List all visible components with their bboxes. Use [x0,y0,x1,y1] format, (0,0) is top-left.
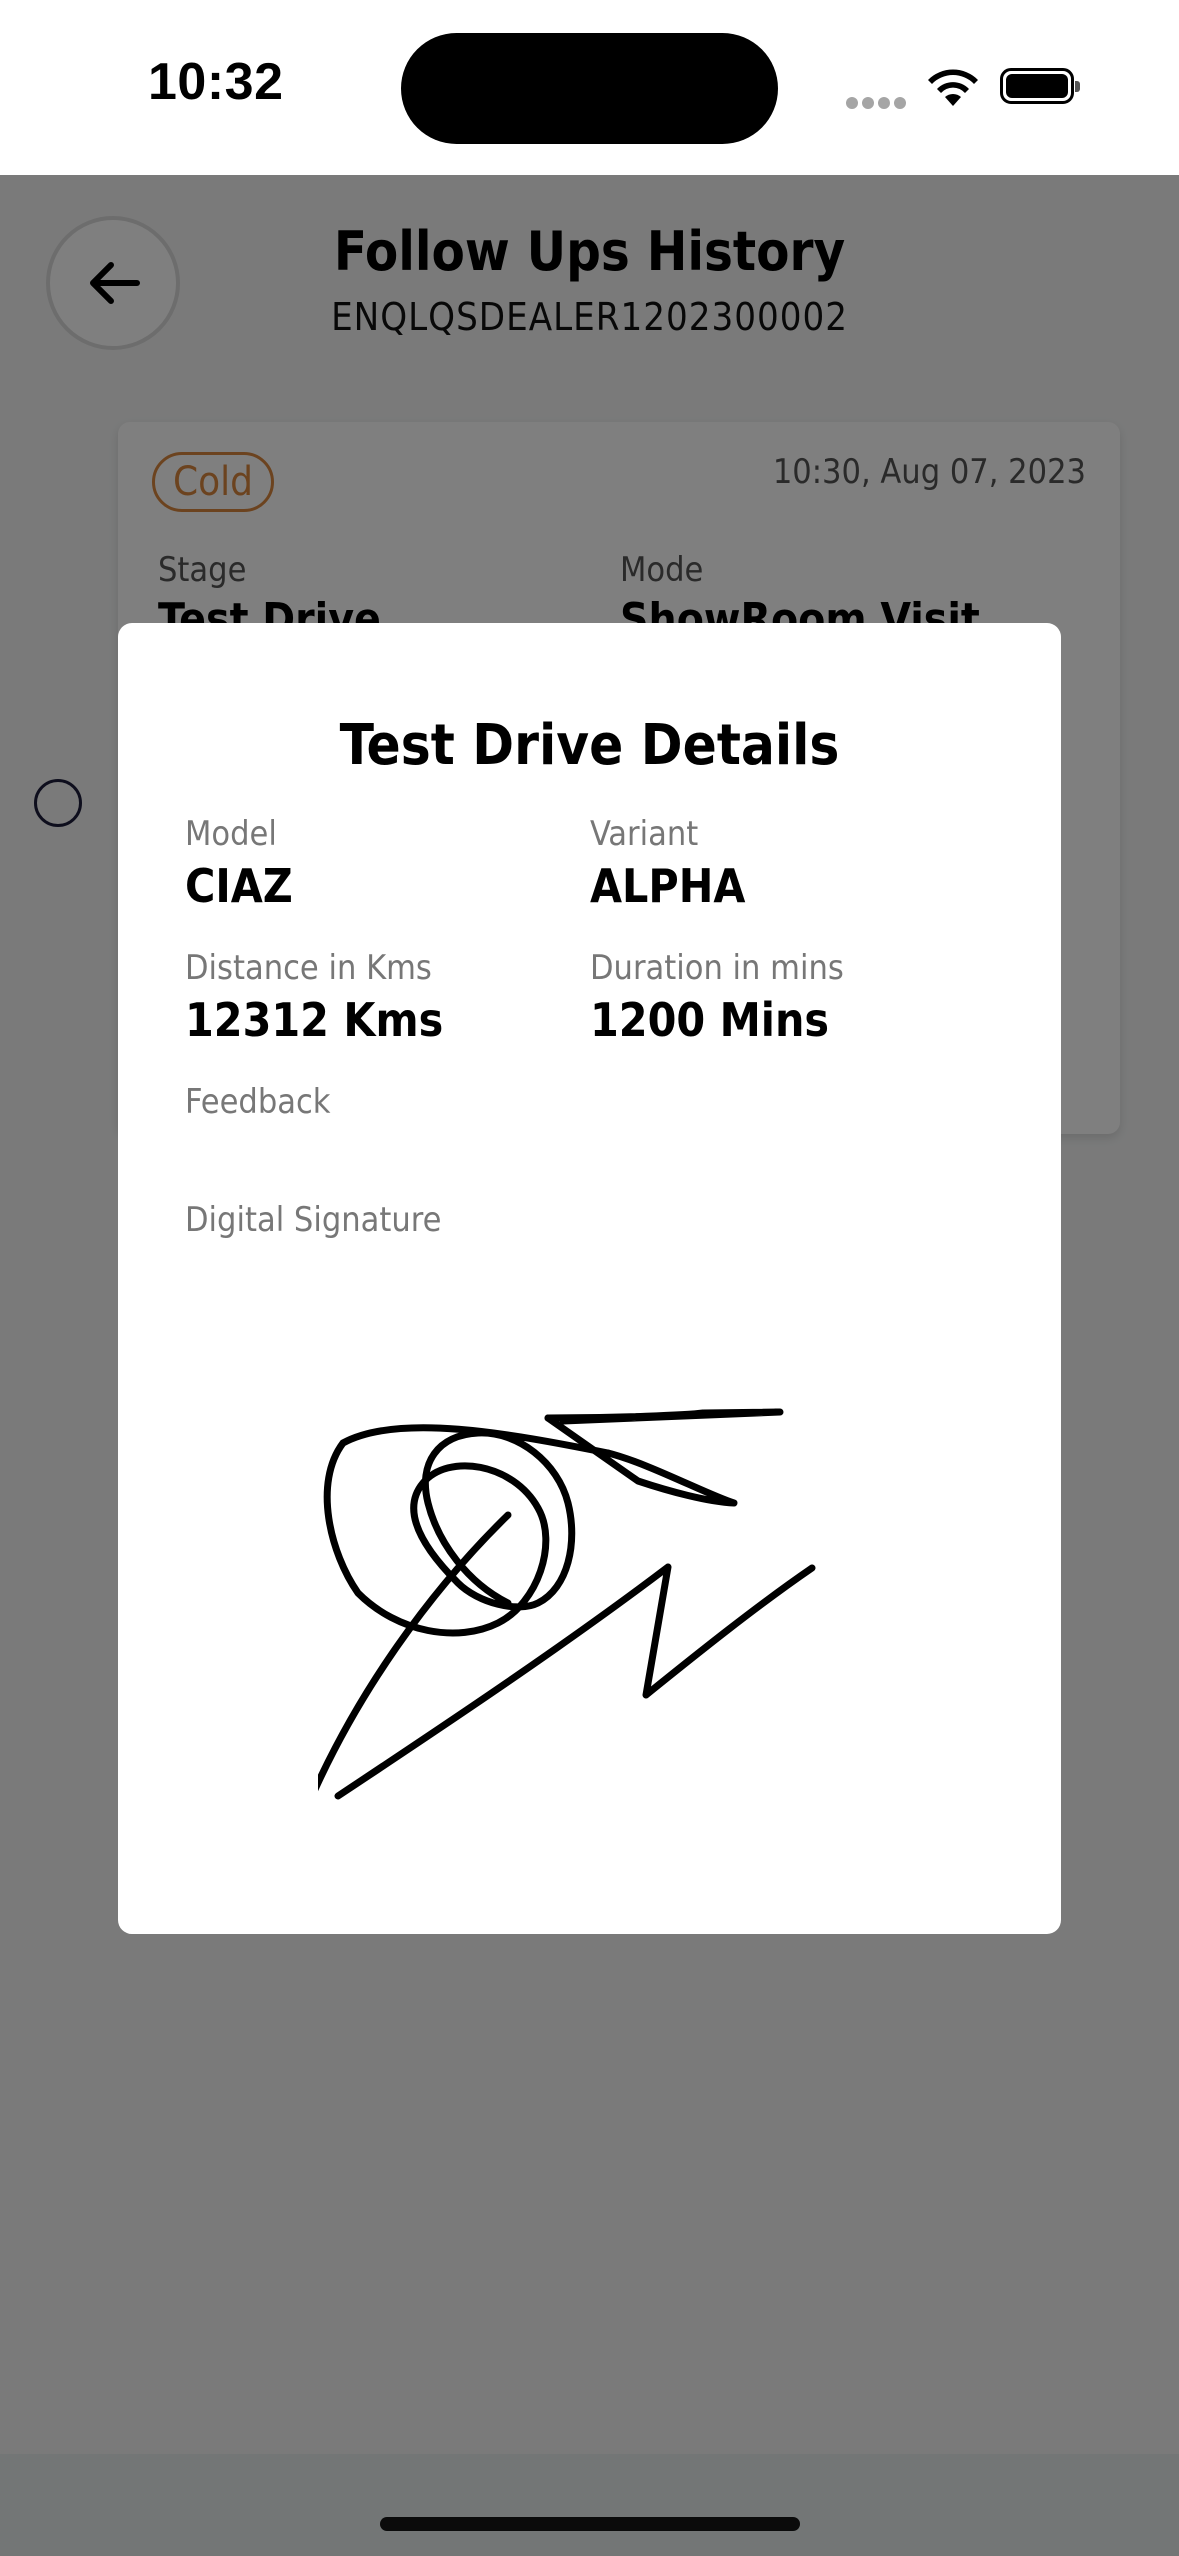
duration-value: 1200 Mins [590,993,830,1047]
digital-signature-image [318,1408,816,1800]
feedback-label: Feedback [185,1082,331,1122]
variant-label: Variant [590,814,699,854]
status-time: 10:32 [148,53,284,111]
distance-label: Distance in Kms [185,948,432,988]
duration-label: Duration in mins [590,948,844,988]
dynamic-island [401,33,778,144]
wifi-icon [928,69,978,106]
bottom-bar [0,2454,1179,2556]
home-indicator[interactable] [380,2517,800,2531]
battery-icon [1000,68,1080,104]
digital-signature-label: Digital Signature [185,1200,442,1240]
modal-title: Test Drive Details [339,713,840,778]
cellular-signal-icon [846,94,910,113]
model-label: Model [185,814,277,854]
status-bar: 10:32 [0,0,1179,175]
distance-value: 12312 Kms [185,993,444,1047]
screen: 10:32 Follow Ups History ENQLQSDEALER120… [0,0,1179,2556]
variant-value: ALPHA [590,859,746,913]
model-value: CIAZ [185,859,293,913]
test-drive-details-modal: Test Drive Details Model CIAZ Variant AL… [118,623,1061,1934]
